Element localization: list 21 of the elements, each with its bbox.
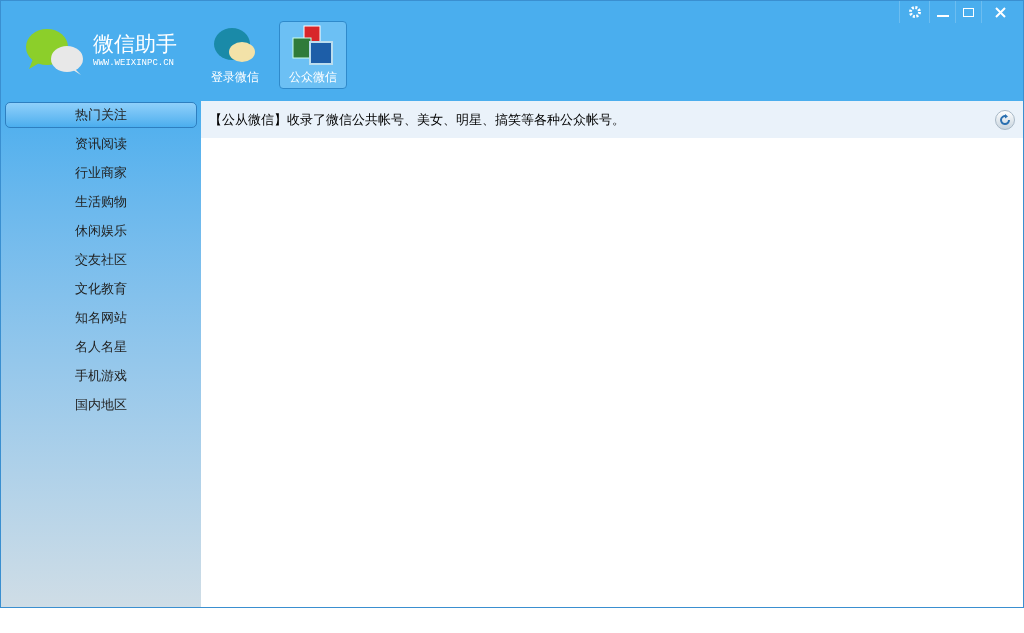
sidebar-item[interactable]: 名人名星 [5,334,197,360]
sidebar-item[interactable]: 交友社区 [5,247,197,273]
website-url: WWW.WEIXINPC.CN [93,57,175,71]
refresh-button[interactable] [995,109,1015,130]
sidebar-item[interactable]: 手机游戏 [5,363,197,389]
settings-icon [908,6,921,18]
refresh-icon [999,113,1011,126]
close-icon [995,6,1006,18]
sidebar-item[interactable]: 知名网站 [5,305,197,331]
info-text: 【公从微信】收录了微信公共帐号、美女、明星、搞笑等各种公众帐号。 [209,110,625,129]
maximize-icon [963,7,974,17]
sidebar-item[interactable]: 文化教育 [5,276,197,302]
windows-icon [290,24,336,68]
sidebar-item[interactable]: 资讯阅读 [5,131,197,157]
minimize-icon [936,15,949,17]
sidebar-item[interactable]: 休闲娱乐 [5,218,197,244]
sidebar-item[interactable]: 行业商家 [5,160,197,186]
sidebar-item[interactable]: 国内地区 [5,392,197,418]
app-title: 微信助手 [93,31,177,58]
sidebar-item[interactable]: 热门关注 [5,102,197,128]
sidebar-item[interactable]: 生活购物 [5,189,197,215]
